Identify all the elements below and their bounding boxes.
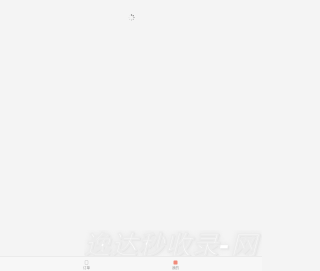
tab-orders[interactable]: 订单 [83, 260, 90, 270]
tab-mine-label: 我的 [172, 266, 179, 270]
app-page: 逸达秒收录-网 订单 我的 [0, 0, 262, 271]
orders-icon [84, 260, 89, 265]
loading-spinner-icon [128, 14, 135, 21]
user-icon [173, 260, 178, 265]
tab-orders-label: 订单 [83, 266, 90, 270]
bottom-tab-bar: 订单 我的 [0, 256, 262, 271]
tab-mine[interactable]: 我的 [172, 260, 179, 270]
